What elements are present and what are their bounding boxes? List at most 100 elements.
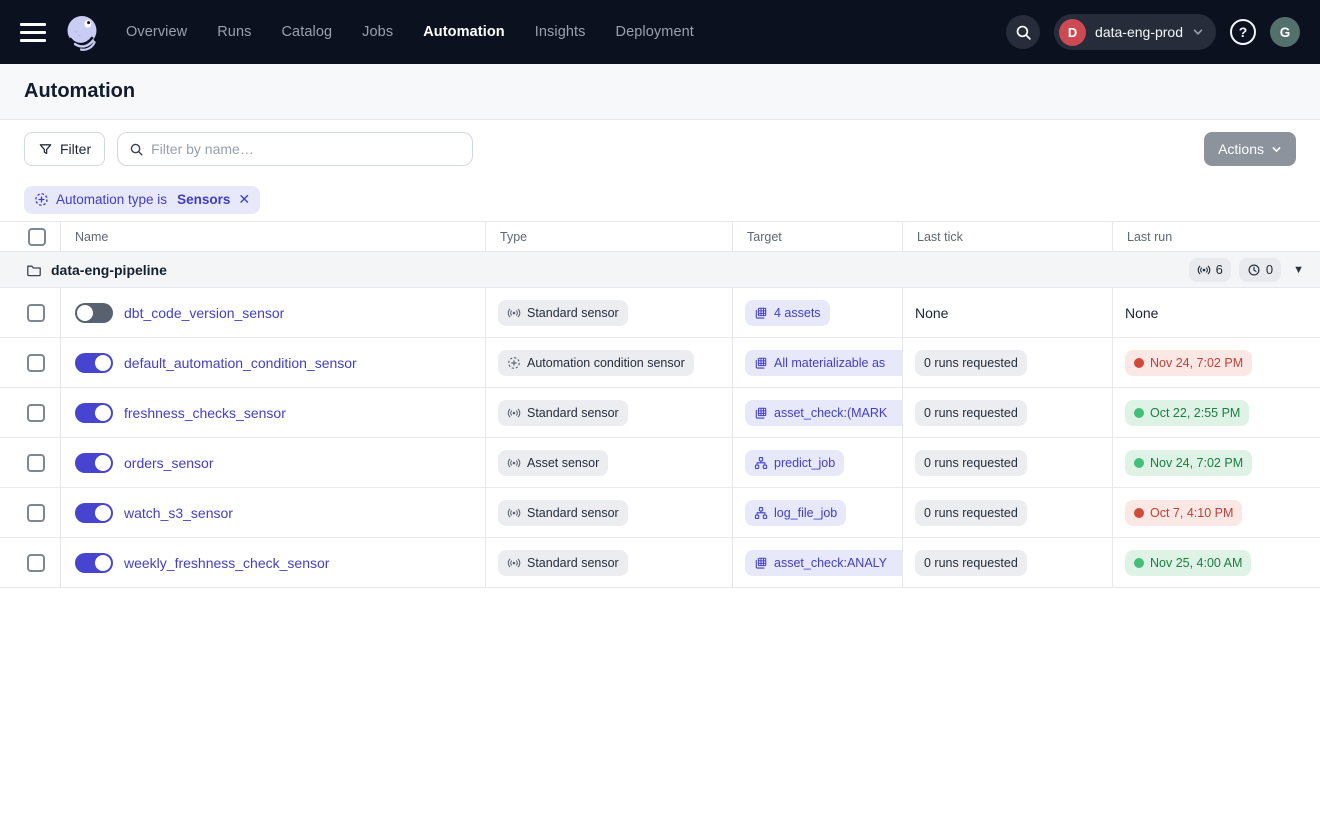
sensor-name-link[interactable]: freshness_checks_sensor: [124, 405, 286, 421]
top-nav: Overview Runs Catalog Jobs Automation In…: [0, 0, 1320, 64]
type-badge: Asset sensor: [498, 450, 608, 476]
menu-icon[interactable]: [20, 23, 46, 42]
enabled-toggle[interactable]: [75, 403, 113, 423]
workspace-switcher[interactable]: D data-eng-prod: [1054, 14, 1216, 50]
last-tick-value: 0 runs requested: [915, 400, 1027, 426]
help-button[interactable]: ?: [1230, 19, 1256, 45]
last-tick-value: 0 runs requested: [915, 500, 1027, 526]
target-badge[interactable]: predict_job: [745, 450, 844, 476]
clock-icon: [1247, 263, 1261, 277]
enabled-toggle[interactable]: [75, 503, 113, 523]
active-filters-row: Automation type is Sensors ✕: [0, 178, 1320, 222]
nav-link-deployment[interactable]: Deployment: [616, 24, 694, 40]
schedule-count-badge: 0: [1239, 258, 1281, 282]
run-status-dot: [1134, 508, 1144, 518]
row-checkbox[interactable]: [27, 404, 45, 422]
page-title: Automation: [24, 80, 135, 103]
workspace-badge: D: [1059, 19, 1086, 46]
search-icon: [129, 142, 144, 157]
column-header-last-tick: Last tick: [902, 222, 1112, 251]
user-avatar[interactable]: G: [1270, 17, 1300, 47]
row-checkbox[interactable]: [27, 504, 45, 522]
collapse-group-icon[interactable]: ▼: [1293, 264, 1304, 276]
last-run-value[interactable]: Oct 7, 4:10 PM: [1125, 500, 1242, 526]
filter-toolbar: Filter Actions: [0, 120, 1320, 178]
enabled-toggle[interactable]: [75, 453, 113, 473]
target-badge[interactable]: asset_check:ANALY: [745, 550, 902, 576]
last-tick-value: 0 runs requested: [915, 350, 1027, 376]
row-checkbox[interactable]: [27, 354, 45, 372]
run-status-dot: [1134, 408, 1144, 418]
name-filter-input[interactable]: [151, 141, 461, 157]
last-run-value[interactable]: Nov 24, 7:02 PM: [1125, 450, 1252, 476]
last-run-value[interactable]: None: [1125, 305, 1158, 321]
last-run-value[interactable]: Oct 22, 2:55 PM: [1125, 400, 1249, 426]
enabled-toggle[interactable]: [75, 303, 113, 323]
filter-chip-value: Sensors: [177, 192, 230, 207]
sensor-name-link[interactable]: orders_sensor: [124, 455, 214, 471]
row-checkbox[interactable]: [27, 454, 45, 472]
close-icon[interactable]: ✕: [238, 191, 250, 208]
select-all-cell: [0, 222, 60, 251]
target-badge[interactable]: All materializable as: [745, 350, 902, 376]
sensor-icon: [507, 406, 521, 420]
run-status-dot: [1134, 358, 1144, 368]
column-header-target: Target: [732, 222, 902, 251]
nav-link-runs[interactable]: Runs: [217, 24, 251, 40]
table-row: orders_sensor Asset sensor: [0, 438, 1320, 488]
row-checkbox[interactable]: [27, 554, 45, 572]
target-badge[interactable]: 4 assets: [745, 300, 830, 326]
nav-link-jobs[interactable]: Jobs: [362, 24, 393, 40]
table-row: watch_s3_sensor Standard sensor: [0, 488, 1320, 538]
target-badge[interactable]: log_file_job: [745, 500, 846, 526]
job-graph-icon: [754, 456, 768, 470]
sensor-name-link[interactable]: default_automation_condition_sensor: [124, 355, 357, 371]
asset-icon: [754, 406, 768, 420]
sensor-name-link[interactable]: watch_s3_sensor: [124, 505, 233, 521]
column-header-last-run: Last run: [1112, 222, 1320, 251]
folder-icon: [26, 262, 42, 278]
sensor-table-body: dbt_code_version_sensor Standard sensor: [0, 288, 1320, 588]
last-run-value[interactable]: Nov 24, 7:02 PM: [1125, 350, 1252, 376]
repo-group-row[interactable]: data-eng-pipeline 6 0 ▼: [0, 252, 1320, 288]
nav-link-insights[interactable]: Insights: [535, 24, 586, 40]
nav-link-automation[interactable]: Automation: [423, 24, 505, 40]
sensor-icon: [507, 456, 521, 470]
last-tick-value: 0 runs requested: [915, 550, 1027, 576]
page-header: Automation: [0, 64, 1320, 120]
run-status-dot: [1134, 458, 1144, 468]
sensor-name-link[interactable]: weekly_freshness_check_sensor: [124, 555, 329, 571]
type-badge: Standard sensor: [498, 400, 628, 426]
last-run-value[interactable]: Nov 25, 4:00 AM: [1125, 550, 1251, 576]
filter-button[interactable]: Filter: [24, 132, 105, 166]
search-button[interactable]: [1006, 15, 1040, 49]
last-tick-value: 0 runs requested: [915, 450, 1027, 476]
table-row: freshness_checks_sensor Standard sensor: [0, 388, 1320, 438]
actions-button[interactable]: Actions: [1204, 132, 1296, 166]
table-header: Name Type Target Last tick Last run: [0, 222, 1320, 252]
search-icon: [1015, 24, 1032, 41]
column-header-type: Type: [485, 222, 732, 251]
type-badge: Standard sensor: [498, 500, 628, 526]
primary-nav: Overview Runs Catalog Jobs Automation In…: [126, 24, 694, 40]
question-mark-icon: ?: [1239, 24, 1248, 40]
automation-condition-icon: [507, 356, 521, 370]
target-badge[interactable]: asset_check:(MARK: [745, 400, 902, 426]
select-all-checkbox[interactable]: [28, 228, 46, 246]
column-header-name: Name: [60, 222, 485, 251]
nav-link-catalog[interactable]: Catalog: [281, 24, 332, 40]
filter-chip-automation-type[interactable]: Automation type is Sensors ✕: [24, 186, 260, 214]
sensor-icon: [507, 506, 521, 520]
nav-link-overview[interactable]: Overview: [126, 24, 187, 40]
dagster-logo-icon[interactable]: [62, 12, 102, 52]
workspace-name: data-eng-prod: [1095, 24, 1183, 40]
name-filter-box: [117, 132, 473, 166]
enabled-toggle[interactable]: [75, 353, 113, 373]
type-badge: Standard sensor: [498, 550, 628, 576]
sensor-name-link[interactable]: dbt_code_version_sensor: [124, 305, 284, 321]
type-badge: Standard sensor: [498, 300, 628, 326]
sensor-count-badge: 6: [1189, 258, 1231, 282]
enabled-toggle[interactable]: [75, 553, 113, 573]
row-checkbox[interactable]: [27, 304, 45, 322]
automation-condition-icon: [34, 192, 49, 207]
